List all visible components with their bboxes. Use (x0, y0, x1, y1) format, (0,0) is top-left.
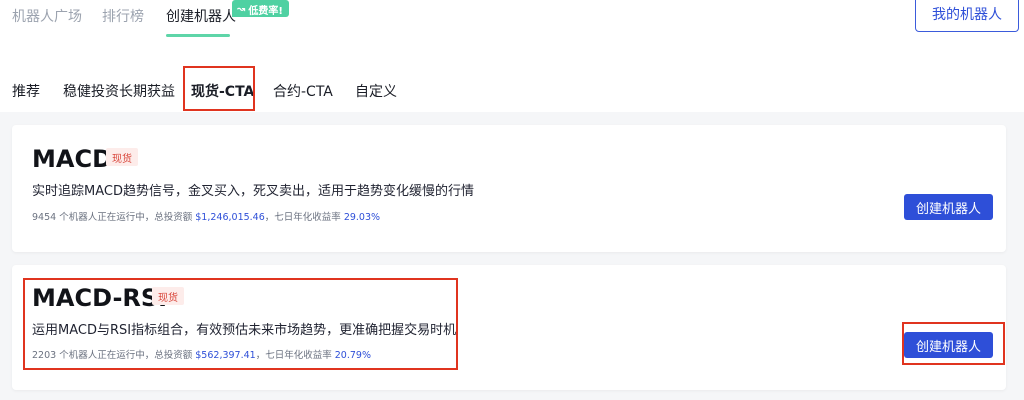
low-fee-label: 低费率! (248, 6, 283, 17)
card-description: 实时追踪MACD趋势信号，金叉买入，死叉卖出，适用于趋势变化缓慢的行情 (32, 184, 474, 199)
seven-day-yield: 29.03% (343, 212, 381, 223)
tab-recommended[interactable]: 推荐 (12, 81, 40, 101)
running-count: 2203 (32, 350, 57, 361)
running-count: 9454 (32, 212, 57, 223)
tab-custom[interactable]: 自定义 (355, 81, 397, 101)
trend-arrow-icon: ↝ (237, 4, 246, 15)
yield-text: ，七日年化收益率 (264, 212, 341, 223)
yield-text: ，七日年化收益率 (255, 350, 332, 361)
spot-tag: 现货 (152, 287, 184, 305)
category-tabs: 推荐 稳健投资长期获益 现货-CTA 合约-CTA 自定义 (0, 70, 1024, 112)
create-robot-button[interactable]: 创建机器人 (904, 332, 993, 358)
card-title: MACD (32, 145, 112, 173)
card-stats: 9454 个机器人正在运行中，总投资额 $1,246,015.46，七日年化收益… (32, 209, 380, 223)
total-investment: $1,246,015.46 (195, 212, 265, 223)
card-description: 运用MACD与RSI指标组合，有效预估未来市场趋势，更准确把握交易时机 (32, 323, 457, 338)
card-title: MACD-RSI (32, 284, 168, 312)
strategy-card-macd-rsi: MACD-RSI 现货 运用MACD与RSI指标组合，有效预估未来市场趋势，更准… (12, 265, 1006, 390)
tab-contract-cta[interactable]: 合约-CTA (273, 81, 333, 101)
spot-tag: 现货 (106, 148, 138, 166)
tab-robot-plaza[interactable]: 机器人广场 (12, 6, 82, 26)
strategy-card-macd: MACD 现货 实时追踪MACD趋势信号，金叉买入，死叉卖出，适用于趋势变化缓慢… (12, 125, 1006, 252)
tab-steady-investment[interactable]: 稳健投资长期获益 (63, 81, 175, 101)
create-robot-button[interactable]: 创建机器人 (904, 194, 993, 220)
my-robots-button[interactable]: 我的机器人 (915, 0, 1019, 32)
top-navigation: 机器人广场 排行榜 创建机器人 ↝ 低费率! 我的机器人 (0, 0, 1024, 70)
total-investment: $562,397.41 (195, 350, 256, 361)
tab-create-robot[interactable]: 创建机器人 (166, 6, 236, 26)
running-text: 个机器人正在运行中，总投资额 (59, 212, 193, 223)
tab-spot-cta[interactable]: 现货-CTA (191, 81, 254, 101)
tab-leaderboard[interactable]: 排行榜 (102, 6, 144, 26)
active-tab-indicator (166, 34, 230, 37)
seven-day-yield: 20.79% (334, 350, 371, 361)
running-text: 个机器人正在运行中，总投资额 (59, 350, 193, 361)
card-stats: 2203 个机器人正在运行中，总投资额 $562,397.41，七日年化收益率 … (32, 347, 371, 361)
low-fee-badge: ↝ 低费率! (232, 0, 289, 17)
